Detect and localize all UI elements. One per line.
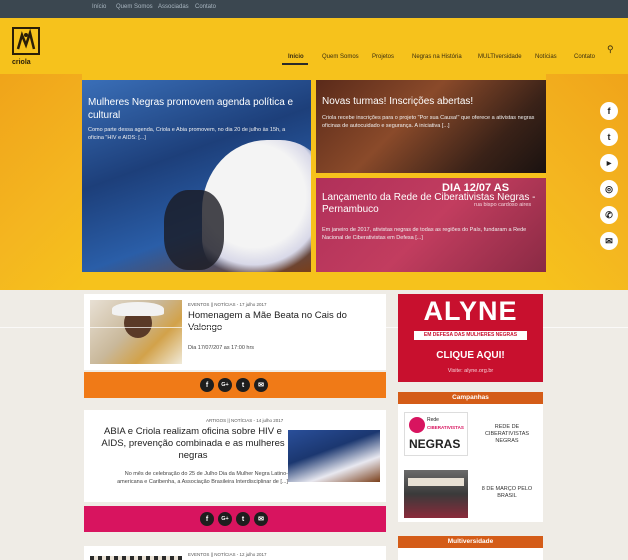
alyne-banner[interactable]: ALYNE EM DEFESA DAS MULHERES NEGRAS CLIQ…: [398, 294, 543, 382]
alyne-banner-url: Visite: alyne.org.br: [447, 368, 494, 374]
hero-card-bottom-right-title[interactable]: Lançamento da Rede de Ciberativistas Neg…: [322, 192, 537, 216]
post-title[interactable]: ABIA e Criola realizam oficina sobre HIV…: [98, 426, 288, 462]
email-share-icon[interactable]: ✉: [254, 378, 268, 392]
topbar-link-associadas[interactable]: Associadas: [158, 4, 189, 10]
post-thumbnail[interactable]: [90, 300, 182, 364]
share-bar: f G+ t ✉: [84, 372, 386, 398]
multiversidade-header: Multiversidade: [398, 536, 543, 548]
campaign-label[interactable]: REDE DE CIBERATIVISTAS NEGRAS: [474, 424, 540, 445]
post-meta: EVENTOS || NOTÍCIAS - 17 julho 2017: [188, 302, 267, 307]
post-excerpt: No mês de celebração do 25 de Julho Dia …: [117, 471, 288, 485]
campaign-logo-ciberativistas[interactable]: Rede CIBERATIVISTAS NEGRAS: [404, 412, 468, 456]
alyne-banner-subtitle: EM DEFESA DAS MULHERES NEGRAS: [414, 331, 527, 340]
topbar-link-inicio[interactable]: Início: [92, 4, 106, 10]
multiversidade-box: [398, 548, 543, 560]
criola-logo[interactable]: criola: [12, 27, 40, 66]
google-plus-share-icon[interactable]: G+: [218, 512, 232, 526]
twitter-share-icon[interactable]: t: [236, 512, 250, 526]
alyne-banner-title: ALYNE: [423, 296, 518, 326]
nav-negras-na-historia[interactable]: Negras na História: [412, 54, 462, 60]
youtube-icon[interactable]: ▶: [600, 154, 618, 172]
hero-photo-face: [164, 190, 224, 270]
post-thumbnail[interactable]: [90, 556, 182, 560]
hero-card-top-right-excerpt: Criola recebe inscrições para o projeto …: [322, 115, 535, 129]
nav-inicio[interactable]: Início: [288, 54, 304, 60]
email-share-icon[interactable]: ✉: [254, 512, 268, 526]
facebook-share-icon[interactable]: f: [200, 512, 214, 526]
hero-card-bottom-right-excerpt: Em janeiro de 2017, ativistas negras de …: [322, 227, 527, 241]
email-icon[interactable]: ✉: [600, 232, 618, 250]
twitter-share-icon[interactable]: t: [236, 378, 250, 392]
nav-projetos[interactable]: Projetos: [372, 54, 394, 60]
hero-card-main-title[interactable]: Mulheres Negras promovem agenda política…: [88, 96, 298, 122]
post-card[interactable]: EVENTOS || NOTÍCIAS - 17 julho 2017 Home…: [84, 294, 386, 370]
post-card[interactable]: ARTIGOS || NOTÍCIAS - 14 julho 2017 ABIA…: [84, 410, 386, 502]
topbar-link-contato[interactable]: Contato: [195, 4, 216, 10]
whatsapp-icon[interactable]: ✆: [600, 206, 618, 224]
instagram-icon[interactable]: ◎: [600, 180, 618, 198]
nav-multiversidade[interactable]: MULTIversidade: [478, 54, 522, 60]
facebook-share-icon[interactable]: f: [200, 378, 214, 392]
post-card[interactable]: EVENTOS || NOTÍCIAS - 12 julho 2017: [84, 546, 386, 560]
logo-wordmark: criola: [12, 59, 31, 66]
post-meta: ARTIGOS || NOTÍCIAS - 14 julho 2017: [206, 418, 284, 423]
nav-noticias[interactable]: Notícias: [535, 54, 557, 60]
campanhas-box: Rede CIBERATIVISTAS NEGRAS REDE DE CIBER…: [398, 404, 543, 522]
post-excerpt: Dia 17/07/207 as 17:00 hrs: [188, 345, 255, 351]
search-icon[interactable]: ⚲: [607, 44, 614, 55]
hero-card-top-right[interactable]: Novas turmas! Inscrições abertas! Criola…: [316, 80, 546, 173]
nav-contato[interactable]: Contato: [574, 54, 595, 60]
post-meta: EVENTOS || NOTÍCIAS - 12 julho 2017: [188, 552, 267, 557]
hero-card-main-excerpt: Como parte dessa agenda, Criola e Abia p…: [88, 127, 286, 141]
decorative-pattern-left: [0, 74, 82, 290]
twitter-icon[interactable]: t: [600, 128, 618, 146]
campaign-label[interactable]: 8 DE MARÇO PELO BRASIL: [474, 486, 540, 500]
hero-card-bottom-right[interactable]: DIA 12/07 AS rua bispo cardoso aires Lan…: [316, 178, 546, 272]
alyne-banner-cta[interactable]: CLIQUE AQUI!: [398, 350, 543, 361]
facebook-icon[interactable]: f: [600, 102, 618, 120]
campanhas-header: Campanhas: [398, 392, 543, 404]
google-plus-share-icon[interactable]: G+: [218, 378, 232, 392]
top-utility-bar: Início Quem Somos Associadas Contato: [0, 0, 628, 18]
hero-section: criola Início Quem Somos Projetos Negras…: [0, 18, 628, 290]
share-bar: f G+ t ✉: [84, 506, 386, 532]
nav-active-indicator: [282, 63, 308, 65]
campaign-photo-8-marco[interactable]: [404, 470, 468, 518]
hero-card-main[interactable]: Mulheres Negras promovem agenda política…: [82, 80, 311, 272]
topbar-link-quem-somos[interactable]: Quem Somos: [116, 4, 153, 10]
nav-quem-somos[interactable]: Quem Somos: [322, 54, 359, 60]
post-title[interactable]: Homenagem a Mãe Beata no Cais do Valongo: [188, 310, 380, 334]
post-thumbnail[interactable]: [288, 430, 380, 482]
hero-card-top-right-title[interactable]: Novas turmas! Inscrições abertas!: [322, 96, 537, 108]
